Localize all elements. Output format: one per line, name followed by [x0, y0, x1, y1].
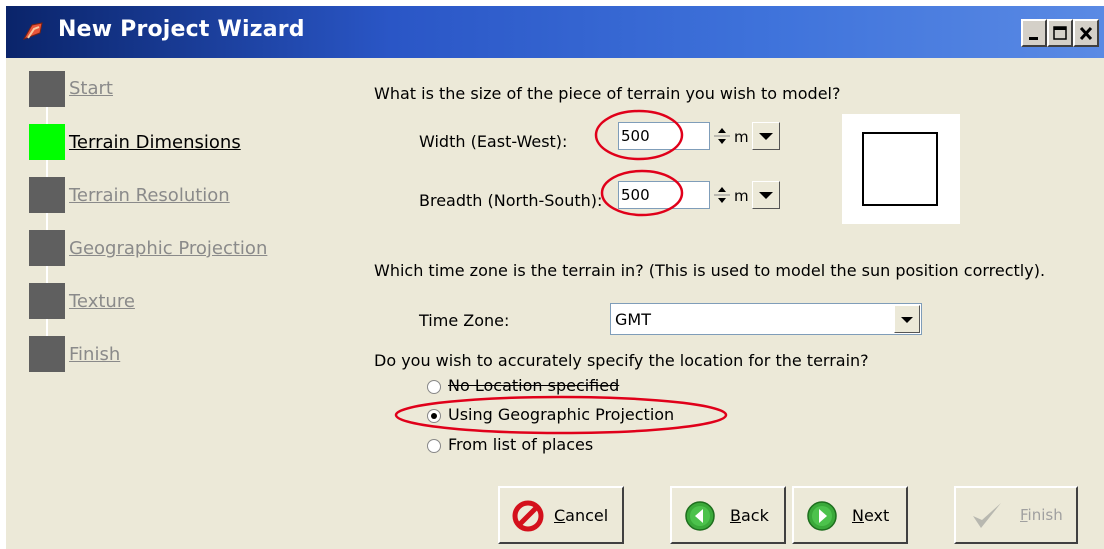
step-terrain-resolution-link[interactable]: Terrain Resolution: [69, 185, 230, 206]
next-label: Next: [852, 506, 889, 525]
back-rest: ack: [740, 506, 769, 525]
minimize-icon: [1029, 37, 1038, 40]
maximize-icon: [1053, 26, 1067, 40]
timezone-select[interactable]: GMT: [610, 303, 922, 335]
window-title: New Project Wizard: [58, 17, 305, 42]
radio-no-location[interactable]: [427, 380, 441, 394]
breadth-unit: m: [734, 187, 749, 205]
breadth-input[interactable]: 500: [618, 181, 710, 209]
close-icon: [1079, 26, 1093, 41]
step-marker-texture: [29, 283, 65, 319]
next-mnemonic: N: [852, 506, 864, 525]
back-arrow-icon: [685, 501, 715, 531]
chevron-down-icon: [759, 192, 773, 199]
step-texture-link[interactable]: Texture: [69, 291, 135, 312]
radio-geographic-projection[interactable]: [427, 409, 441, 423]
terrain-preview: [842, 114, 960, 224]
next-rest: ext: [863, 506, 890, 525]
chevron-down-icon: [759, 133, 773, 140]
terrain-preview-square: [862, 132, 938, 206]
radio-geographic-projection-label[interactable]: Using Geographic Projection: [448, 405, 674, 424]
width-label: Width (East-West):: [419, 132, 568, 151]
finish-button[interactable]: Finish: [954, 486, 1078, 544]
step-start-link[interactable]: Start: [69, 78, 113, 99]
size-question: What is the size of the piece of terrain…: [374, 84, 841, 103]
radio-list-of-places-label[interactable]: From list of places: [448, 435, 593, 454]
radio-no-location-label[interactable]: No Location specified: [448, 376, 619, 395]
cancel-icon: [512, 500, 544, 532]
cancel-mnemonic: C: [554, 506, 566, 525]
back-label: Back: [730, 506, 769, 525]
title-bar[interactable]: New Project Wizard: [6, 6, 1104, 58]
cancel-label: Cancel: [554, 506, 608, 525]
step-terrain-dimensions-link[interactable]: Terrain Dimensions: [69, 132, 241, 153]
width-unit: m: [734, 128, 749, 146]
step-marker-terrain-resolution: [29, 177, 65, 213]
location-question: Do you wish to accurately specify the lo…: [374, 351, 869, 370]
step-geographic-projection-link[interactable]: Geographic Projection: [69, 238, 267, 259]
timezone-dropdown-button[interactable]: [894, 305, 920, 333]
width-input[interactable]: 500: [618, 122, 710, 150]
breadth-unit-dropdown[interactable]: [752, 181, 780, 209]
chevron-down-icon: [901, 317, 913, 323]
step-marker-finish: [29, 336, 65, 372]
timezone-question: Which time zone is the terrain in? (This…: [374, 261, 1046, 280]
step-marker-start: [29, 71, 65, 107]
app-icon: [22, 22, 43, 40]
timezone-label: Time Zone:: [419, 311, 510, 330]
minimize-button[interactable]: [1021, 19, 1047, 47]
back-mnemonic: B: [730, 506, 741, 525]
radio-list-of-places[interactable]: [427, 439, 441, 453]
checkmark-icon: [973, 503, 1001, 528]
step-marker-geographic-projection: [29, 230, 65, 266]
radio-selected-dot: [431, 413, 437, 419]
back-button[interactable]: Back: [670, 486, 786, 544]
timezone-value: GMT: [615, 310, 651, 329]
finish-rest: inish: [1027, 506, 1063, 524]
next-button[interactable]: Next: [792, 486, 908, 544]
maximize-button[interactable]: [1047, 19, 1073, 47]
wizard-window: New Project Wizard Start Terrain Dimensi…: [6, 6, 1104, 549]
cancel-rest: ancel: [565, 506, 609, 525]
step-marker-terrain-dimensions: [29, 124, 65, 160]
close-button[interactable]: [1073, 19, 1099, 47]
spinner-arrows-icon: [714, 187, 730, 203]
width-spinner[interactable]: [712, 122, 732, 150]
spinner-arrows-icon: [714, 128, 730, 144]
cancel-button[interactable]: Cancel: [498, 486, 624, 544]
breadth-spinner[interactable]: [712, 181, 732, 209]
finish-label: Finish: [1020, 506, 1063, 524]
next-arrow-icon: [807, 501, 837, 531]
breadth-label: Breadth (North-South):: [419, 191, 603, 210]
width-unit-dropdown[interactable]: [752, 122, 780, 150]
finish-mnemonic: F: [1020, 506, 1028, 524]
step-finish-link[interactable]: Finish: [69, 344, 120, 365]
